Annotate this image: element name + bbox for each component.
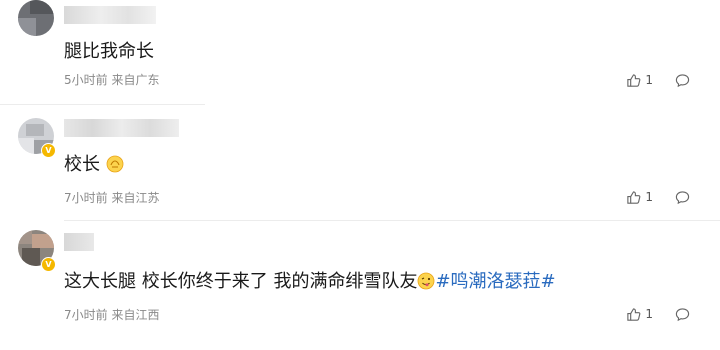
comment-text: 校长 — [64, 150, 124, 176]
comment-bubble-icon[interactable] — [675, 307, 690, 322]
comment-time: 7小时前 — [64, 308, 108, 322]
avatar[interactable] — [18, 0, 54, 36]
like-button[interactable]: 1 — [626, 307, 653, 322]
comment-text: 这大长腿 校长你终于来了 我的满命绯雪队友 #鸣潮洛瑟菈# — [64, 267, 556, 293]
comment-text: 腿比我命长 — [64, 41, 154, 62]
verified-badge-icon: V — [41, 143, 56, 158]
comment-time: 5小时前 — [64, 73, 108, 87]
like-count: 1 — [645, 190, 653, 204]
username-blurred[interactable] — [64, 233, 94, 251]
comment-location: 来自江苏 — [111, 191, 160, 205]
comment-location: 来自广东 — [111, 73, 160, 87]
hashtag-link[interactable]: #鸣潮洛瑟菈# — [435, 271, 555, 292]
verified-badge-icon: V — [41, 257, 56, 272]
comment-actions: 1 — [626, 70, 690, 90]
comment-meta: 7小时前 来自江苏 — [64, 189, 159, 206]
thumbs-up-icon — [627, 190, 641, 204]
divider — [64, 220, 720, 221]
username-blurred[interactable] — [64, 119, 179, 137]
comment-item: 腿比我命长 5小时前 来自广东 1 — [0, 0, 720, 110]
comment-bubble-icon[interactable] — [675, 73, 690, 88]
comment-item: V 校长 7小时前 来自江苏 1 — [0, 110, 720, 222]
comment-text-content: 校长 — [64, 154, 100, 175]
comment-text-content: 这大长腿 校长你终于来了 我的满命绯雪队友 — [64, 271, 418, 292]
comment-actions: 1 — [626, 187, 690, 207]
thumbs-up-icon — [627, 307, 641, 321]
comment-item: V 这大长腿 校长你终于来了 我的满命绯雪队友 #鸣潮洛瑟菈# 7小时前 来自江… — [0, 222, 720, 350]
comment-meta: 5小时前 来自广东 — [64, 71, 159, 88]
like-button[interactable]: 1 — [626, 73, 653, 88]
comment-location: 来自江西 — [111, 308, 160, 322]
winking-tongue-face-emoji — [418, 272, 435, 290]
like-count: 1 — [645, 73, 653, 87]
like-button[interactable]: 1 — [626, 190, 653, 205]
comment-meta: 7小时前 来自江西 — [64, 306, 159, 323]
divider — [0, 104, 205, 105]
comment-actions: 1 — [626, 304, 690, 324]
username-blurred[interactable] — [64, 6, 156, 24]
comment-time: 7小时前 — [64, 191, 108, 205]
like-count: 1 — [645, 307, 653, 321]
thumbs-up-icon — [627, 73, 641, 87]
clapping-hands-emoji — [106, 155, 124, 173]
comment-bubble-icon[interactable] — [675, 190, 690, 205]
